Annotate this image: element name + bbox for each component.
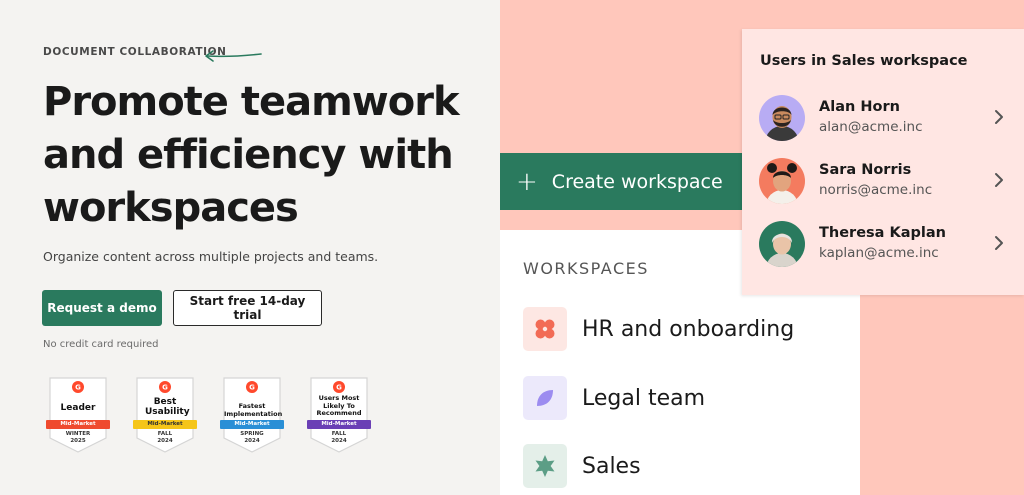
user-email: norris@acme.inc bbox=[819, 182, 933, 198]
badge-season: SPRING 2024 bbox=[240, 431, 264, 444]
eyebrow-label: DOCUMENT COLLABORATION bbox=[43, 46, 227, 58]
avatar bbox=[759, 221, 805, 267]
workspace-item-hr[interactable]: HR and onboarding bbox=[523, 307, 794, 351]
create-workspace-button[interactable]: + Create workspace bbox=[500, 153, 748, 210]
leaf-icon bbox=[523, 376, 567, 420]
create-workspace-label: Create workspace bbox=[551, 170, 723, 193]
avatar bbox=[759, 95, 805, 141]
badge-title: Users Most Likely To Recommend bbox=[316, 394, 362, 417]
badge-season: FALL 2024 bbox=[157, 431, 173, 444]
plus-icon: + bbox=[516, 166, 538, 197]
arrow-left-icon bbox=[205, 50, 262, 62]
user-row-alan[interactable]: Alan Horn alan@acme.inc bbox=[759, 95, 1009, 143]
chevron-right-icon bbox=[995, 110, 1003, 124]
headline-line: Promote teamwork bbox=[43, 79, 460, 125]
avatar bbox=[759, 158, 805, 204]
svg-text:G: G bbox=[162, 384, 168, 392]
users-panel-title: Users in Sales workspace bbox=[760, 53, 968, 69]
user-name: Theresa Kaplan bbox=[819, 225, 946, 241]
svg-text:G: G bbox=[75, 384, 81, 392]
page-title: Promote teamwork and efficiency with wor… bbox=[43, 76, 493, 235]
badge-season: FALL 2024 bbox=[331, 431, 347, 444]
hero-subtitle: Organize content across multiple project… bbox=[43, 249, 379, 264]
workspace-item-legal[interactable]: Legal team bbox=[523, 376, 705, 420]
g2-logo-icon: G bbox=[333, 381, 345, 393]
user-email: kaplan@acme.inc bbox=[819, 245, 939, 261]
user-name: Alan Horn bbox=[819, 99, 900, 115]
badge-title: Best Usability bbox=[145, 397, 190, 417]
request-demo-button[interactable]: Request a demo bbox=[42, 290, 162, 326]
user-row-theresa[interactable]: Theresa Kaplan kaplan@acme.inc bbox=[759, 221, 1009, 269]
headline-line: and efficiency with bbox=[43, 132, 454, 178]
headline-line: workspaces bbox=[43, 185, 299, 231]
workspace-item-sales[interactable]: Sales bbox=[523, 444, 641, 488]
g2-badge-best-usability: G Best Usability Mid-Market FALL 2024 bbox=[131, 376, 199, 454]
no-credit-card-note: No credit card required bbox=[43, 339, 159, 350]
free-trial-button[interactable]: Start free 14-day trial bbox=[173, 290, 322, 326]
badge-ribbon: Mid-Market bbox=[220, 420, 284, 429]
g2-badge-fastest-implementation: G Fastest Implementation Mid-Market SPRI… bbox=[218, 376, 286, 454]
workspace-label: Legal team bbox=[582, 385, 706, 411]
workspaces-header: WORKSPACES bbox=[523, 259, 649, 278]
badge-ribbon: Mid-Market bbox=[46, 420, 110, 429]
user-name: Sara Norris bbox=[819, 162, 912, 178]
star-icon bbox=[523, 444, 567, 488]
workspace-label: Sales bbox=[582, 453, 641, 479]
svg-text:G: G bbox=[336, 384, 342, 392]
g2-logo-icon: G bbox=[246, 381, 258, 393]
users-panel: Users in Sales workspace Alan Horn alan@… bbox=[742, 29, 1024, 295]
g2-logo-icon: G bbox=[72, 381, 84, 393]
user-email: alan@acme.inc bbox=[819, 119, 923, 135]
svg-text:G: G bbox=[249, 384, 255, 392]
badge-ribbon: Mid-Market bbox=[133, 420, 197, 429]
badge-title: Fastest Implementation bbox=[224, 402, 283, 418]
g2-badge-most-likely-recommend: G Users Most Likely To Recommend Mid-Mar… bbox=[305, 376, 373, 454]
badge-ribbon: Mid-Market bbox=[307, 420, 371, 429]
g2-logo-icon: G bbox=[159, 381, 171, 393]
g2-badge-leader: G Leader Mid-Market WINTER 2025 bbox=[44, 376, 112, 454]
chevron-right-icon bbox=[995, 173, 1003, 187]
workspace-label: HR and onboarding bbox=[582, 316, 795, 342]
hero-section: DOCUMENT COLLABORATION Promote teamwork … bbox=[0, 0, 500, 495]
chevron-right-icon bbox=[995, 236, 1003, 250]
badge-season: WINTER 2025 bbox=[65, 431, 91, 444]
badge-title: Leader bbox=[60, 403, 96, 413]
flower-icon bbox=[523, 307, 567, 351]
user-row-sara[interactable]: Sara Norris norris@acme.inc bbox=[759, 158, 1009, 206]
